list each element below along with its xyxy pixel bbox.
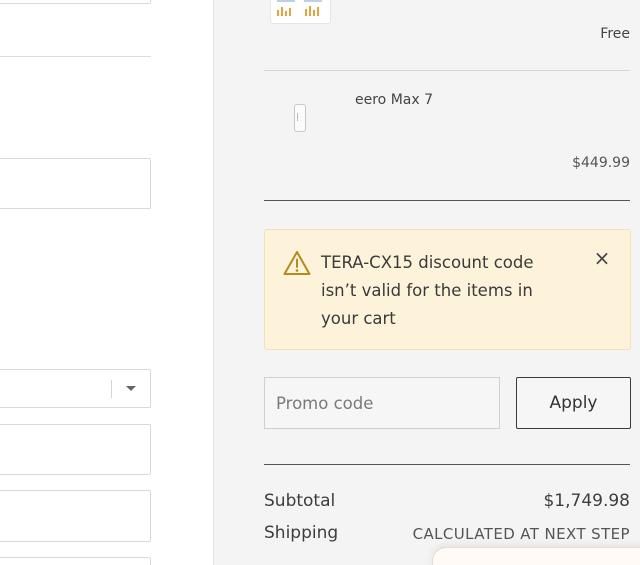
alert-message: TERA-CX15 discount code isn’t valid for …	[321, 253, 534, 328]
form-divider	[0, 56, 151, 57]
item-divider	[264, 70, 630, 71]
subtotal-value: $1,749.98	[543, 491, 630, 511]
totals-divider	[264, 464, 630, 465]
warning-triangle-icon	[283, 251, 311, 275]
product-thumbnail-app	[270, 0, 331, 24]
apply-promo-button[interactable]: Apply	[516, 377, 631, 429]
phone-input[interactable]	[0, 557, 151, 565]
shipping-form-pane	[0, 0, 213, 565]
close-icon[interactable]: ×	[592, 248, 612, 268]
chevron-down-icon[interactable]	[126, 386, 136, 391]
item-price: $449.99	[572, 155, 630, 171]
form-field-top[interactable]	[0, 0, 151, 4]
country-select[interactable]	[0, 369, 151, 408]
promo-code-input[interactable]	[264, 377, 500, 429]
floating-panel[interactable]	[432, 547, 640, 565]
items-end-divider	[264, 200, 630, 201]
product-image-eero	[294, 104, 306, 132]
select-separator	[111, 380, 112, 398]
shipping-value: CALCULATED AT NEXT STEP	[412, 525, 630, 543]
item-name: eero Max 7	[355, 92, 433, 108]
subtotal-label: Subtotal	[264, 491, 336, 511]
discount-error-alert: TERA-CX15 discount code isn’t valid for …	[264, 229, 631, 350]
address-input[interactable]	[0, 158, 151, 209]
city-input[interactable]	[0, 424, 151, 475]
order-summary-pane: Free eero Max 7 $449.99 TERA-CX15 discou…	[214, 0, 640, 565]
zip-input[interactable]	[0, 490, 151, 542]
shipping-label: Shipping	[264, 523, 339, 543]
item-price: Free	[600, 26, 630, 42]
